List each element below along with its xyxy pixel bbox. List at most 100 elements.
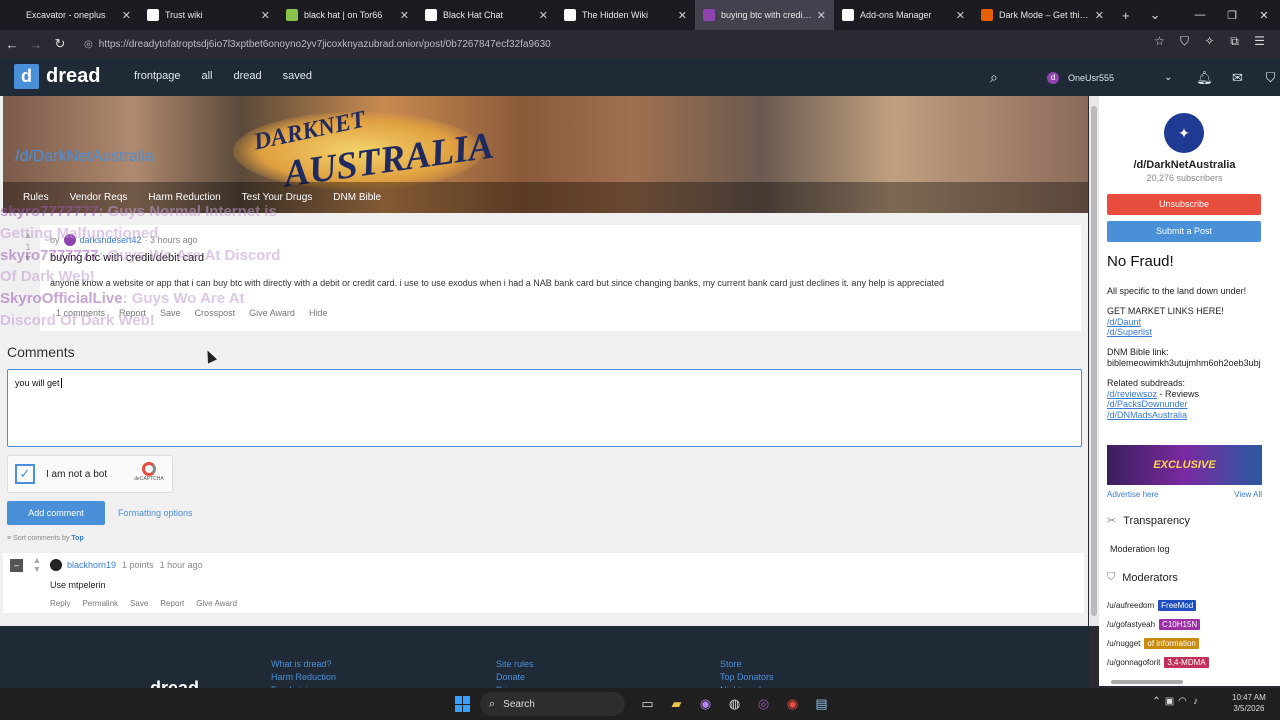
give-award-link[interactable]: Give Award xyxy=(196,599,237,608)
nav-saved[interactable]: saved xyxy=(283,70,312,82)
username[interactable]: OneUsr555 xyxy=(1068,73,1164,83)
ad-banner[interactable]: EXCLUSIVE xyxy=(1107,445,1262,485)
unsubscribe-button[interactable]: Unsubscribe xyxy=(1107,194,1261,215)
related-link-reviewsoz[interactable]: /d/reviewsoz xyxy=(1107,389,1157,399)
moderator-name[interactable]: /u/gonnagoforit xyxy=(1107,658,1160,667)
chevron-up-icon[interactable]: ⌃ xyxy=(1150,696,1163,707)
chrome-icon[interactable]: ◍ xyxy=(720,694,749,714)
bookmark-star-icon[interactable]: ☆ xyxy=(1147,34,1172,49)
close-tab-icon[interactable]: ✕ xyxy=(956,9,965,22)
permalink-link[interactable]: Permalink xyxy=(82,599,118,608)
browser-tab[interactable]: Excavator - oneplus ✕ xyxy=(0,0,139,30)
tor-onion-icon[interactable]: ◎ xyxy=(84,39,93,50)
banner-link-dnm-bible[interactable]: DNM Bible xyxy=(333,192,381,203)
footer-link[interactable]: Store xyxy=(720,658,774,671)
browser-tab[interactable]: Black Hat Chat ✕ xyxy=(417,0,556,30)
windows-start-icon[interactable] xyxy=(455,696,471,712)
submit-post-button[interactable]: Submit a Post xyxy=(1107,221,1261,242)
nav-all[interactable]: all xyxy=(201,70,212,82)
captcha-checkbox[interactable]: ✓ xyxy=(15,464,35,484)
market-link-daunt[interactable]: /d/Daunt xyxy=(1107,317,1277,328)
game-app-icon[interactable]: ◉ xyxy=(691,694,720,714)
extensions-icon[interactable]: ⧉ xyxy=(1222,34,1247,49)
formatting-options-link[interactable]: Formatting options xyxy=(118,508,193,518)
comment-author[interactable]: blackhorn19 xyxy=(67,560,116,570)
mail-icon[interactable]: ✉ xyxy=(1221,70,1254,86)
moderation-log-link[interactable]: Moderation log xyxy=(1110,544,1170,554)
market-link-superlist[interactable]: /d/Superlist xyxy=(1107,327,1277,338)
sidebar-horizontal-scrollbar[interactable] xyxy=(1111,680,1183,684)
shield-icon[interactable]: ⛉ xyxy=(1172,34,1197,49)
dread-logo[interactable]: d dread xyxy=(14,64,100,89)
red-app-icon[interactable]: ◉ xyxy=(778,694,807,714)
page-scrollbar[interactable] xyxy=(1089,96,1099,626)
magic-wand-icon[interactable]: ✧ xyxy=(1197,34,1222,49)
close-tab-icon[interactable]: ✕ xyxy=(1095,9,1104,22)
footer-link[interactable]: Harm Reduction xyxy=(271,671,336,684)
close-tab-icon[interactable]: ✕ xyxy=(261,9,270,22)
moderator-name[interactable]: /u/aufreedom xyxy=(1107,601,1154,610)
save-link[interactable]: Save xyxy=(130,599,148,608)
report-link[interactable]: Report xyxy=(160,599,184,608)
file-explorer-icon[interactable]: ▰ xyxy=(662,694,691,714)
user-avatar[interactable]: d xyxy=(1047,71,1059,84)
moderator-item[interactable]: /u/aufreedom FreeMod xyxy=(1107,600,1209,611)
nav-frontpage[interactable]: frontpage xyxy=(134,70,180,82)
add-comment-button[interactable]: Add comment xyxy=(7,501,105,525)
notepad-icon[interactable]: ▤ xyxy=(807,694,836,714)
new-tab-button[interactable]: + xyxy=(1112,8,1140,23)
browser-tab[interactable]: The Hidden Wiki ✕ xyxy=(556,0,695,30)
close-tab-icon[interactable]: ✕ xyxy=(400,9,409,22)
moderator-name[interactable]: /u/gofastyeah xyxy=(1107,620,1155,629)
footer-link[interactable]: Site rules xyxy=(496,658,534,671)
reply-link[interactable]: Reply xyxy=(50,599,70,608)
close-tab-icon[interactable]: ✕ xyxy=(817,9,826,22)
moderator-item[interactable]: /u/gofastyeah C10H15N xyxy=(1107,619,1209,630)
wifi-icon[interactable]: ◠ xyxy=(1176,696,1189,707)
tor-browser-icon[interactable]: ◎ xyxy=(749,694,778,714)
subdread-name[interactable]: /d/DarkNetAustralia xyxy=(15,148,154,166)
close-tab-icon[interactable]: ✕ xyxy=(678,9,687,22)
moderator-item[interactable]: /u/nugget of information xyxy=(1107,638,1209,649)
url-bar[interactable]: ◎ https://dreadytofatroptsdj6io7l3xptbet… xyxy=(80,33,1200,55)
downvote-icon[interactable]: ▼ xyxy=(30,565,44,574)
close-tab-icon[interactable]: ✕ xyxy=(122,9,131,22)
browser-tab[interactable]: Add-ons Manager ✕ xyxy=(834,0,973,30)
related-link-dnmadsaustralia[interactable]: /d/DNMadsAustralia xyxy=(1107,410,1277,421)
speaker-icon[interactable]: ♪ xyxy=(1189,696,1202,707)
moderator-name[interactable]: /u/nugget xyxy=(1107,639,1140,648)
back-icon[interactable]: ← xyxy=(0,37,24,52)
browser-tab[interactable]: black hat | on Tor66 ✕ xyxy=(278,0,417,30)
browser-tab[interactable]: Dark Mode – Get this Extens ✕ xyxy=(973,0,1112,30)
footer-link[interactable]: What is dread? xyxy=(271,658,336,671)
menu-icon[interactable]: ☰ xyxy=(1247,34,1272,49)
comment-textarea[interactable]: you will get xyxy=(7,369,1082,447)
moderator-item[interactable]: /u/gonnagoforit 3,4-MDMA xyxy=(1107,657,1209,668)
footer-link[interactable]: Donate xyxy=(496,671,534,684)
browser-tab[interactable]: Trust wiki ✕ xyxy=(139,0,278,30)
sidebar-subdread-name[interactable]: /d/DarkNetAustralia xyxy=(1099,159,1270,171)
browser-tab[interactable]: buying btc with credit/debit ✕ xyxy=(695,0,834,30)
bell-icon[interactable]: 🔔︎ xyxy=(1188,70,1221,86)
related-link-packsdownunder[interactable]: /d/PacksDownunder xyxy=(1107,399,1277,410)
shield-icon[interactable]: ⛉ xyxy=(1254,70,1280,86)
forward-icon[interactable]: → xyxy=(24,37,48,52)
sort-value[interactable]: Top xyxy=(71,535,83,542)
chevron-down-icon[interactable]: ⌄ xyxy=(1164,72,1188,83)
footer-link[interactable]: Top Donators xyxy=(720,671,774,684)
close-tab-icon[interactable]: ✕ xyxy=(539,9,548,22)
collapse-button[interactable]: – xyxy=(10,559,23,572)
scrollbar-thumb[interactable] xyxy=(1091,106,1097,616)
taskbar-search[interactable]: ⌕ Search xyxy=(480,692,625,716)
task-view-icon[interactable]: ▭ xyxy=(633,694,662,714)
tab-list-chevron-icon[interactable]: ⌄ xyxy=(1140,7,1171,23)
app-tray-icon[interactable]: ▣ xyxy=(1163,696,1176,707)
nav-dread[interactable]: dread xyxy=(234,70,262,82)
restore-icon[interactable]: ❐ xyxy=(1216,9,1248,22)
reload-icon[interactable]: ↻ xyxy=(48,36,72,52)
view-all-link[interactable]: View All xyxy=(1234,490,1262,499)
system-clock[interactable]: 10:47 AM 3/5/2026 xyxy=(1232,693,1266,715)
search-icon[interactable]: ⌕ xyxy=(990,69,1010,86)
advertise-link[interactable]: Advertise here xyxy=(1107,490,1159,499)
minimize-icon[interactable]: — xyxy=(1184,9,1216,21)
